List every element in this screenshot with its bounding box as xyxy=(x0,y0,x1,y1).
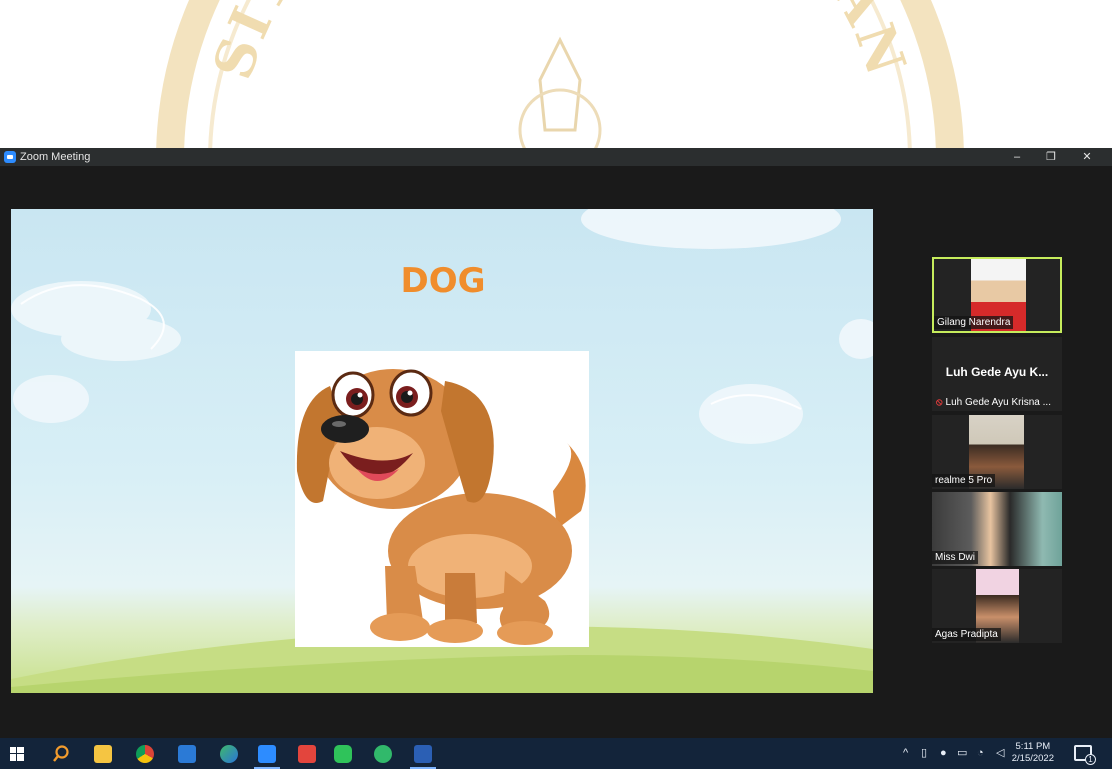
participant-display-name: Luh Gede Ayu K... xyxy=(945,365,1049,379)
shared-screen-slide: DOG xyxy=(11,209,873,693)
zoom-window: Zoom Meeting – ❐ ✕ DOG Gilang Narendra L… xyxy=(0,148,1112,738)
search-icon[interactable] xyxy=(52,745,70,763)
clock-date: 2/15/2022 xyxy=(1011,753,1054,764)
windows-taskbar: ^ ▯ ● ▭ ◔ ◁ 5:11 PM 2/15/2022 1 xyxy=(0,738,1112,769)
whatsapp-icon[interactable] xyxy=(374,745,392,763)
participant-tile[interactable]: Gilang Narendra xyxy=(932,257,1062,333)
wifi-icon[interactable]: ◔ xyxy=(977,738,984,769)
participant-tile[interactable]: Agas Pradipta xyxy=(932,569,1062,643)
participant-tile[interactable]: Miss Dwi xyxy=(932,492,1062,566)
word-icon[interactable] xyxy=(414,745,432,763)
notification-badge: 1 xyxy=(1085,754,1096,765)
system-clock[interactable]: 5:11 PM 2/15/2022 xyxy=(1012,741,1054,765)
participant-name: realme 5 Pro xyxy=(932,474,996,487)
window-title: Zoom Meeting xyxy=(20,151,91,163)
zoom-icon[interactable] xyxy=(258,745,276,763)
participant-name: Miss Dwi xyxy=(932,551,978,564)
browser-icon[interactable] xyxy=(220,745,238,763)
slide-title: DOG xyxy=(400,261,486,301)
notification-icon[interactable]: 1 xyxy=(1074,745,1096,765)
participant-tile[interactable]: Luh Gede Ayu K... ⦸ Luh Gede Ayu Krisna .… xyxy=(932,337,1062,411)
participant-name: Agas Pradipta xyxy=(932,628,1001,641)
participant-tile[interactable]: realme 5 Pro xyxy=(932,415,1062,489)
minimize-button[interactable]: – xyxy=(1002,148,1032,166)
file-explorer-icon[interactable] xyxy=(94,745,112,763)
mic-icon[interactable]: ● xyxy=(940,738,947,769)
media-icon[interactable] xyxy=(298,745,316,763)
window-titlebar: Zoom Meeting – ❐ ✕ xyxy=(0,148,1112,166)
university-seal-watermark: SITAS PENDIDIKAN GAN xyxy=(156,0,964,148)
battery-icon[interactable]: ▭ xyxy=(957,738,967,769)
dog-illustration xyxy=(295,351,589,647)
chrome-icon[interactable] xyxy=(136,745,154,763)
mic-muted-icon: ⦸ xyxy=(936,397,943,408)
document-background: SITAS PENDIDIKAN GAN xyxy=(0,0,1112,148)
store-icon[interactable] xyxy=(178,745,196,763)
participant-muted-label: ⦸ Luh Gede Ayu Krisna ... xyxy=(936,397,1051,408)
participant-name: Luh Gede Ayu Krisna ... xyxy=(945,397,1051,408)
line-icon[interactable] xyxy=(334,745,352,763)
participant-name: Gilang Narendra xyxy=(934,316,1014,329)
network-icon[interactable]: ▯ xyxy=(921,738,927,769)
start-icon[interactable] xyxy=(10,747,24,761)
clock-time: 5:11 PM xyxy=(1015,741,1051,752)
zoom-app-icon xyxy=(4,151,16,163)
tray-chevron-icon[interactable]: ^ xyxy=(903,738,908,769)
close-button[interactable]: ✕ xyxy=(1072,148,1102,166)
volume-icon[interactable]: ◁ xyxy=(996,738,1004,769)
dog-image xyxy=(296,369,586,645)
restore-button[interactable]: ❐ xyxy=(1036,148,1066,166)
